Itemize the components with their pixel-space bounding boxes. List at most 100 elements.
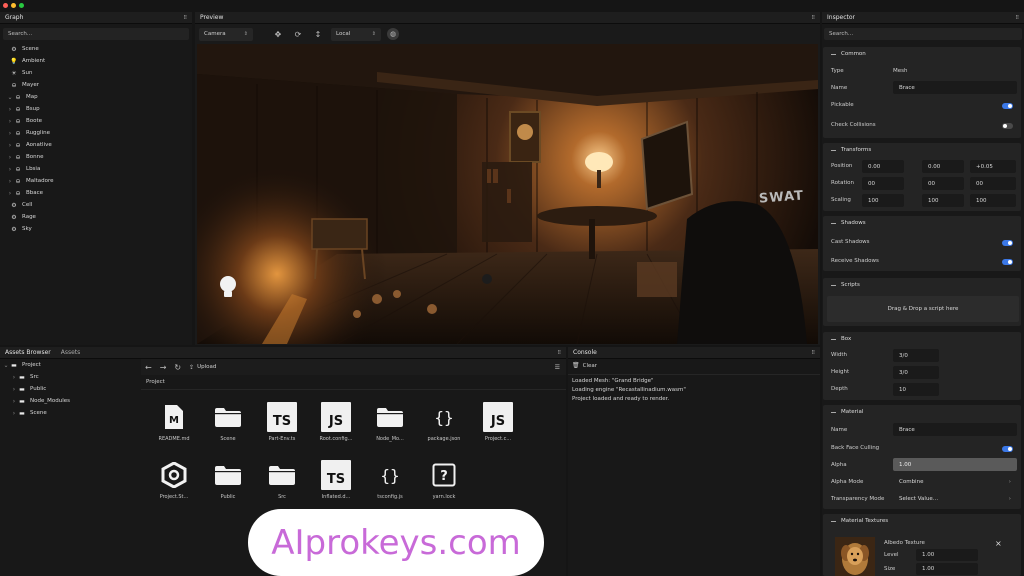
asset-file[interactable]: {} tsconfig.js [370,459,410,501]
texture-value-field[interactable]: 1.00 [916,549,978,561]
material-name-field[interactable]: Brace [893,423,1017,436]
move-tool-icon[interactable]: ✥ [271,30,285,39]
transparency-mode-select[interactable]: Select Value... › [893,492,1017,505]
name-field[interactable]: Brace [893,81,1017,94]
box-value-field[interactable]: 3/0 [893,366,939,379]
forward-arrow-icon[interactable]: → [160,363,167,372]
graph-item[interactable]: › ⊖ Aonatlive [6,139,52,151]
asset-file[interactable]: JS Project.c... [478,401,518,442]
viewport[interactable]: SWAT [197,44,818,344]
asset-tree-item[interactable]: › ▬ Src [10,371,39,383]
transform-value-field[interactable]: 100 [922,194,964,207]
close-window-dot[interactable] [3,3,8,8]
transform-value-field[interactable]: 00 [922,177,964,190]
chevron-icon[interactable]: › [6,190,14,197]
check-collisions-toggle[interactable] [1002,123,1013,129]
asset-file[interactable]: M README.md [154,401,194,442]
graph-item[interactable]: ⚙ Rage [2,211,36,223]
chevron-icon[interactable]: › [10,374,18,381]
chevron-icon[interactable]: › [6,118,14,125]
camera-select[interactable]: Camera ⇕ [199,27,253,41]
graph-search-input[interactable]: Search... [3,28,189,40]
graph-item[interactable]: › ⊖ Bsup [6,103,40,115]
common-section-header[interactable]: Common [823,47,1021,61]
transform-value-field[interactable]: +0.05 [970,160,1016,173]
graph-item[interactable]: ⊖ Mayer [2,79,39,91]
back-arrow-icon[interactable]: ← [145,363,152,372]
graph-item[interactable]: ⚙ Scene [2,43,38,55]
asset-file[interactable]: Project.St... [154,459,194,500]
box-section-header[interactable]: Box [823,332,1021,346]
asset-file[interactable]: TS Part-Env.ts [262,401,302,442]
scale-tool-icon[interactable]: ↕ [311,30,325,39]
asset-tree-item[interactable]: › ▬ Public [10,383,46,395]
chevron-icon[interactable]: › [6,130,14,137]
graph-tab[interactable]: Graph [5,14,23,21]
asset-file[interactable]: Src [262,459,302,500]
chevron-icon[interactable]: › [6,106,14,113]
graph-item[interactable]: › ⊖ Ruggline [6,127,50,139]
transform-value-field[interactable]: 00 [970,177,1016,190]
alpha-mode-select[interactable]: Combine › [893,475,1017,488]
assets-breadcrumb[interactable]: Project [146,379,165,385]
graph-item[interactable]: › ⊖ Boote [6,115,42,127]
pickable-toggle[interactable] [1002,103,1013,109]
rotate-tool-icon[interactable]: ⟳ [291,30,305,39]
scripts-section-header[interactable]: Scripts [823,278,1021,292]
transform-value-field[interactable]: 0.00 [922,160,964,173]
script-drop-zone[interactable]: Drag & Drop a script here [827,296,1019,322]
graph-item[interactable]: ☀ Sun [2,67,32,79]
clear-console-button[interactable]: 🗑 Clear [572,362,597,369]
console-tab[interactable]: Console [573,349,597,356]
chevron-icon[interactable]: › [6,154,14,161]
chevron-icon[interactable]: › [10,398,18,405]
panel-menu-icon[interactable]: ⠿ [811,350,815,356]
asset-file[interactable]: {} package.json [424,401,464,443]
asset-file[interactable]: Scene [208,401,248,442]
backface-culling-toggle[interactable] [1002,446,1013,452]
transform-value-field[interactable]: 0.00 [862,160,904,173]
space-select[interactable]: Local ⇕ [331,27,381,41]
panel-menu-icon[interactable]: ⠿ [557,350,561,356]
graph-item[interactable]: ⚙ Sky [2,223,31,235]
inspector-search-input[interactable]: Search... [824,28,1022,40]
graph-item[interactable]: › ⊖ Bonne [6,151,44,163]
albedo-texture-thumbnail[interactable] [835,537,875,576]
graph-item[interactable]: › ⊖ Maltadore [6,175,54,187]
upload-button[interactable]: ⇪ Upload [189,364,216,371]
box-value-field[interactable]: 3/0 [893,349,939,362]
panel-menu-icon[interactable]: ⠿ [811,15,815,21]
asset-tree-item[interactable]: › ▬ Scene [10,407,47,419]
receive-shadows-toggle[interactable] [1002,259,1013,265]
close-icon[interactable]: × [995,539,1002,548]
list-view-icon[interactable]: ☰ [555,364,560,371]
maximize-window-dot[interactable] [19,3,24,8]
texture-value-field[interactable]: 1.00 [916,563,978,575]
transform-value-field[interactable]: 100 [862,194,904,207]
graph-item[interactable]: › ⊖ Bbace [6,187,43,199]
chevron-icon[interactable]: › [6,142,14,149]
graph-item[interactable]: ⚙ Cell [2,199,32,211]
chevron-icon[interactable]: ⌄ [6,94,14,101]
tab-assets[interactable]: Assets [61,349,81,356]
asset-tree-item[interactable]: ⌄ ▬ Project [2,359,40,371]
asset-file[interactable]: Node_Mo... [370,401,410,442]
refresh-icon[interactable]: ↻ [174,363,181,372]
transform-value-field[interactable]: 00 [862,177,904,190]
asset-file[interactable]: Public [208,459,248,500]
chevron-icon[interactable]: ⌄ [2,362,10,369]
textures-section-header[interactable]: Material Textures [823,514,1021,528]
asset-tree-item[interactable]: › ▬ Node_Modules [10,395,70,407]
chevron-icon[interactable]: › [10,386,18,393]
chevron-icon[interactable]: › [6,166,14,173]
transform-value-field[interactable]: 100 [970,194,1016,207]
graph-item[interactable]: › ⊖ Lbsia [6,163,41,175]
box-value-field[interactable]: 10 [893,383,939,396]
graph-item[interactable]: ⌄ ⊖ Map [6,91,37,103]
graph-item[interactable]: 💡 Ambient [2,55,45,67]
transforms-section-header[interactable]: Transforms [823,143,1021,157]
asset-file[interactable]: TS Inflated.d... [316,459,356,500]
globe-icon[interactable]: ◍ [387,28,399,40]
panel-menu-icon[interactable]: ⠿ [1015,15,1019,21]
shadows-section-header[interactable]: Shadows [823,216,1021,230]
